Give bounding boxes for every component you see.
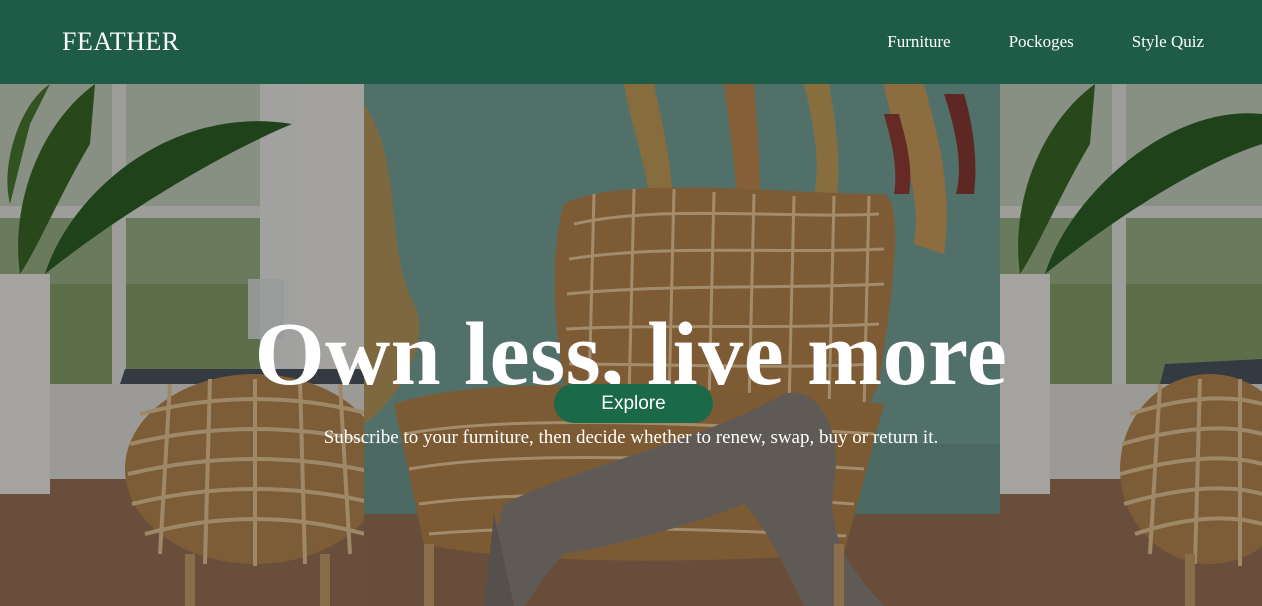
nav-link-packages[interactable]: Pockoges bbox=[1009, 32, 1074, 52]
hero-subtitle: Subscribe to your furniture, then decide… bbox=[323, 427, 939, 448]
nav-link-furniture[interactable]: Furniture bbox=[887, 32, 950, 52]
brand-logo[interactable]: FEATHER bbox=[62, 27, 180, 57]
nav-link-style-quiz[interactable]: Style Quiz bbox=[1132, 32, 1204, 52]
hero-section: Own less, live more Subscribe to your fu… bbox=[0, 84, 1262, 606]
top-navbar: FEATHER Furniture Pockoges Style Quiz bbox=[0, 0, 1262, 84]
nav-links: Furniture Pockoges Style Quiz bbox=[829, 32, 1204, 52]
explore-button[interactable]: Explore bbox=[554, 384, 713, 423]
